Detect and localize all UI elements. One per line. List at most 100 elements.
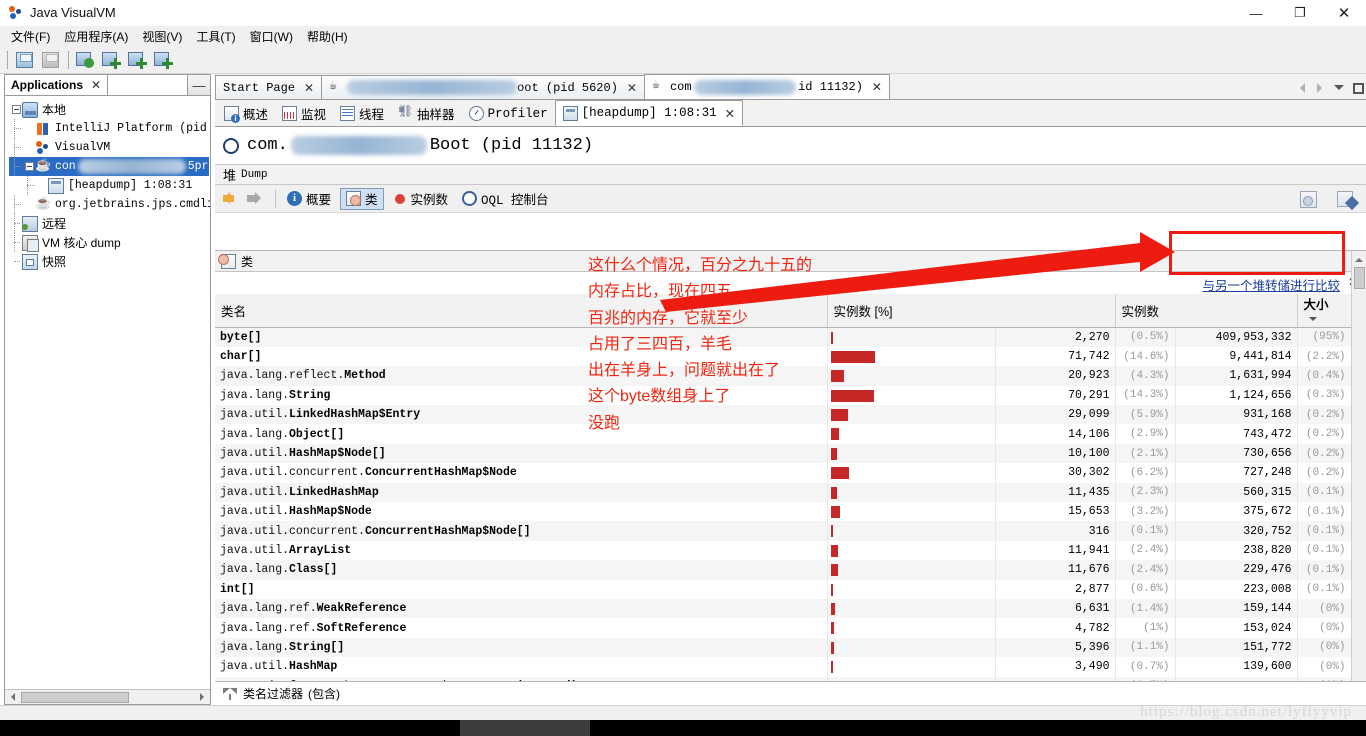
table-row[interactable]: java.lang.Object[] 14,106 (2.9%) 743,472 (0.…: [215, 424, 1351, 444]
tab-app-11132[interactable]: com id 11132) ✕: [643, 74, 890, 99]
col-class-name[interactable]: 类名: [215, 294, 828, 328]
instances-bar: [830, 428, 840, 441]
add-host-icon[interactable]: [74, 48, 98, 72]
close-icon[interactable]: ✕: [725, 106, 735, 121]
btn-classes[interactable]: 类: [340, 187, 384, 210]
scroll-tabs-left-icon[interactable]: [1296, 82, 1306, 94]
table-row[interactable]: java.lang.Class[] 11,676 (2.4%) 229,476 (0.1…: [215, 560, 1351, 580]
load-snapshot-icon[interactable]: [152, 48, 176, 72]
minimize-button[interactable]: —: [1234, 0, 1278, 26]
table-row[interactable]: int[] 2,877 (0.6%) 223,008 (0.1%): [215, 579, 1351, 599]
subtab-heapdump[interactable]: [heapdump] 1:08:31 ✕: [554, 100, 744, 126]
sidebar-item-remote[interactable]: 远程: [9, 214, 210, 233]
close-icon[interactable]: ✕: [91, 78, 101, 92]
menu-view[interactable]: 视图(V): [135, 26, 189, 47]
sidebar-item-jps-cmdline[interactable]: org.jetbrains.jps.cmdlin: [9, 195, 210, 214]
forward-arrow-icon[interactable]: [245, 188, 267, 210]
compare-dumps-icon[interactable]: [1336, 188, 1358, 210]
subtab-overview[interactable]: 概述: [217, 101, 275, 126]
tab-start-page[interactable]: Start Page ✕: [215, 75, 323, 99]
coredump-icon: [22, 234, 39, 252]
restore-button[interactable]: ❐: [1278, 0, 1322, 26]
close-icon[interactable]: ✕: [304, 81, 314, 95]
subtab-threads[interactable]: 线程: [333, 101, 391, 126]
back-arrow-icon[interactable]: [221, 188, 243, 210]
save-disabled-icon[interactable]: [39, 48, 63, 72]
table-row[interactable]: java.util.HashMap$Node 15,653 (3.2%) 375,67…: [215, 502, 1351, 522]
table-row[interactable]: java.lang.reflect.Method 20,923 (4.3%) 1,63…: [215, 366, 1351, 386]
btn-summary[interactable]: 概要: [282, 188, 336, 210]
subtab-profiler[interactable]: Profiler: [462, 101, 555, 126]
tree-gutter: [9, 195, 35, 214]
table-row[interactable]: java.util.ArrayList 11,941 (2.4%) 238,820 (0…: [215, 540, 1351, 561]
classes-icon: [346, 191, 362, 206]
class-name-filter[interactable]: 类名过滤器 (包含): [215, 681, 1366, 705]
instances-bar: [830, 370, 844, 383]
minimize-panel-button[interactable]: —: [188, 75, 210, 95]
table-row[interactable]: char[] 71,742 (14.6%) 9,441,814 (2.2%): [215, 346, 1351, 367]
table-row[interactable]: java.util.HashMap$Node[] 10,100 (2.1%) 730,…: [215, 443, 1351, 464]
table-row[interactable]: java.lang.ref.SoftReference 4,782 (1%) 153,…: [215, 618, 1351, 638]
menu-help[interactable]: 帮助(H): [300, 26, 355, 47]
scrollbar-thumb[interactable]: [21, 692, 129, 703]
sidebar-item-label: VisualVM: [55, 141, 111, 154]
scroll-tabs-right-icon[interactable]: [1315, 82, 1325, 94]
tree-expander-local[interactable]: [9, 100, 22, 119]
maximize-icon[interactable]: [1353, 82, 1364, 94]
table-row[interactable]: java.lang.String 70,291 (14.3%) 1,124,656 (0…: [215, 385, 1351, 406]
chevron-down-icon[interactable]: [1334, 85, 1344, 95]
table-row[interactable]: java.util.HashMap 3,490 (0.7%) 139,600 (0%): [215, 657, 1351, 677]
table-row[interactable]: java.util.concurrent.ConcurrentHashMap$N…: [215, 521, 1351, 541]
menu-window[interactable]: 窗口(W): [243, 26, 300, 47]
cell-instances-pct-label: (1.4%): [1115, 598, 1176, 619]
tab-app-5620[interactable]: oot (pid 5620) ✕: [321, 75, 645, 99]
title-bar: Java VisualVM — ❐ ✕: [0, 0, 1366, 26]
folder-open-icon[interactable]: [13, 48, 37, 72]
app-title-prefix: com.: [247, 136, 288, 155]
cell-size-pct-label: (0%): [1297, 598, 1351, 619]
sidebar-item-vm-coredumps[interactable]: VM 核心 dump: [9, 233, 210, 252]
col-instances[interactable]: 实例数: [1115, 294, 1298, 328]
classes-vertical-scrollbar[interactable]: [1351, 251, 1366, 705]
sidebar-item-intellij-platform[interactable]: IntelliJ Platform (pid 90: [9, 119, 210, 138]
funnel-icon[interactable]: [223, 687, 237, 701]
scroll-right-icon[interactable]: [198, 693, 207, 702]
btn-oql[interactable]: OQL 控制台: [457, 188, 554, 210]
cell-instances-bar: [827, 424, 996, 444]
menu-applications[interactable]: 应用程序(A): [57, 26, 135, 47]
add-coredump-icon[interactable]: [126, 48, 150, 72]
sidebar-horizontal-scrollbar[interactable]: [5, 689, 210, 704]
compare-heapdump-link[interactable]: 与另一个堆转储进行比较: [1202, 275, 1340, 294]
scroll-up-icon[interactable]: [1355, 255, 1364, 264]
tab-applications[interactable]: Applications ✕: [5, 75, 109, 95]
table-row[interactable]: java.lang.String[] 5,396 (1.1%) 151,772 (0%): [215, 637, 1351, 658]
scrollbar-thumb[interactable]: [1354, 267, 1365, 289]
sidebar-item-local[interactable]: 本地: [9, 100, 210, 119]
col-instances-pct[interactable]: 实例数 [%]: [827, 294, 1116, 328]
sidebar-item-heapdump[interactable]: [heapdump] 1:08:31: [9, 176, 210, 195]
cell-instances-pct-label: (0.5%): [1115, 327, 1176, 347]
sidebar-item-label: [heapdump] 1:08:31: [68, 179, 193, 192]
sidebar-item-visualvm[interactable]: VisualVM: [9, 138, 210, 157]
btn-instances[interactable]: 实例数: [388, 188, 454, 210]
table-row[interactable]: java.util.LinkedHashMap$Entry 29,099 (5.9%…: [215, 405, 1351, 425]
sidebar-item-snapshots[interactable]: 快照: [9, 252, 210, 271]
subtab-sampler[interactable]: 抽样器: [391, 101, 462, 126]
tree-expander-app[interactable]: [9, 157, 35, 176]
menu-file[interactable]: 文件(F): [4, 26, 57, 47]
menu-tools[interactable]: 工具(T): [189, 26, 242, 47]
close-icon[interactable]: ✕: [627, 81, 637, 95]
classes-panel-header: 类: [215, 251, 1366, 272]
subtab-monitor[interactable]: 监视: [275, 101, 333, 126]
side-by-side-icon[interactable]: [1298, 188, 1320, 210]
col-size[interactable]: 大小: [1297, 294, 1351, 328]
close-button[interactable]: ✕: [1322, 0, 1366, 26]
sidebar-item-spring-boot-app[interactable]: con 5pr: [9, 157, 209, 176]
table-row[interactable]: java.util.LinkedHashMap 11,435 (2.3%) 560,3…: [215, 482, 1351, 503]
table-row[interactable]: java.lang.ref.WeakReference 6,631 (1.4%) 15…: [215, 598, 1351, 619]
close-icon[interactable]: ✕: [872, 80, 882, 94]
table-row[interactable]: java.util.concurrent.ConcurrentHashMap$N…: [215, 463, 1351, 483]
scroll-left-icon[interactable]: [8, 693, 17, 702]
add-jmx-icon[interactable]: [100, 48, 124, 72]
table-row[interactable]: byte[] 2,270 (0.5%) 409,953,332 (95%): [215, 327, 1351, 347]
